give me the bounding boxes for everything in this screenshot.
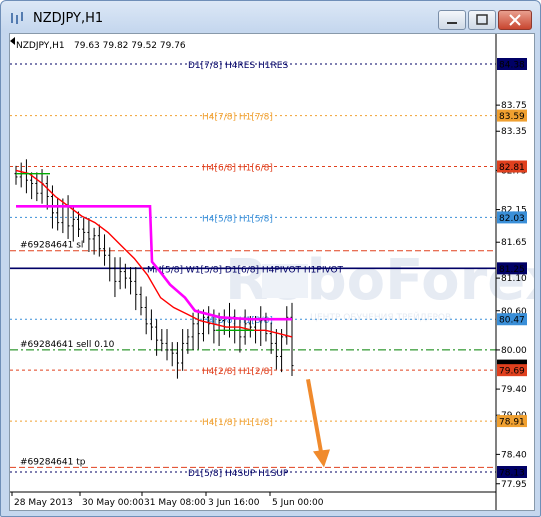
price-tick-label: 80.00 bbox=[501, 346, 527, 356]
minimize-icon bbox=[447, 22, 457, 24]
murrey-level-label: D1[5/8] H4SUP H1SUP bbox=[188, 469, 289, 479]
chart-window: NZDJPY,H1 RoboForex ЦЕНТР ОБУЧЕНИЯ ТРЕЙД… bbox=[0, 0, 541, 517]
chart-ohlc-readout: 79.63 79.82 79.52 79.76 bbox=[74, 41, 186, 51]
price-tag-label: 78.13 bbox=[499, 469, 525, 479]
price-tag-label: 80.47 bbox=[499, 316, 525, 326]
price-tick-label: 77.95 bbox=[501, 480, 527, 490]
murrey-level-label: H4[2/8] H1[2/8] bbox=[202, 367, 273, 377]
price-tag-label: 84.38 bbox=[499, 61, 525, 71]
price-tag-label: 83.59 bbox=[499, 112, 525, 122]
order-label: #69284641 sl bbox=[20, 241, 83, 251]
price-tag-label: 82.03 bbox=[499, 214, 525, 224]
time-tick-label: 28 May 2013 bbox=[14, 498, 73, 508]
chart-bars-icon bbox=[11, 12, 23, 24]
order-label: #69284641 sell 0.10 bbox=[20, 340, 115, 350]
price-tag-label: 79.69 bbox=[499, 367, 525, 377]
murrey-level-label: MN[5/8] W1[5/8] D1[6/8] H4PIVOT H1PIVOT bbox=[147, 265, 344, 275]
title-bar[interactable]: NZDJPY,H1 bbox=[1, 1, 540, 35]
close-button[interactable] bbox=[498, 10, 532, 30]
price-tick-label: 78.40 bbox=[501, 450, 527, 460]
murrey-level-label: H4[6/8] H1[6/8] bbox=[202, 163, 273, 173]
murrey-level-label: H4[1/8] H1[1/8] bbox=[202, 418, 273, 428]
murrey-level-label: D1[7/8] H4RES H1RES bbox=[188, 61, 288, 71]
order-label: #69284641 tp bbox=[20, 457, 86, 467]
murrey-level-label: H4[5/8] H1[5/8] bbox=[202, 214, 273, 224]
chart-symbol-label: NZDJPY,H1 bbox=[16, 41, 65, 51]
price-tick-label: 81.65 bbox=[501, 238, 527, 248]
window-title: NZDJPY,H1 bbox=[33, 11, 104, 26]
maximize-button[interactable] bbox=[468, 10, 496, 30]
price-tag-label: 78.91 bbox=[499, 418, 525, 428]
projection-arrow-shaft bbox=[306, 378, 324, 458]
close-icon bbox=[509, 14, 521, 26]
chart-shift-triangle-icon bbox=[10, 37, 15, 45]
minimize-button[interactable] bbox=[438, 10, 466, 30]
price-tick-label: 79.40 bbox=[501, 385, 527, 395]
chart-area[interactable]: RoboForex ЦЕНТР ОБУЧЕНИЯ ТРЕЙДЕРОВ D1[7/… bbox=[9, 33, 535, 511]
time-tick-label: 3 Jun 16:00 bbox=[208, 498, 260, 508]
maximize-icon bbox=[476, 14, 488, 25]
price-chart[interactable]: RoboForex ЦЕНТР ОБУЧЕНИЯ ТРЕЙДЕРОВ D1[7/… bbox=[10, 34, 534, 510]
price-tag-label: 82.81 bbox=[499, 163, 525, 173]
time-tick-label: 5 Jun 00:00 bbox=[272, 498, 324, 508]
price-tick-label: 83.35 bbox=[501, 127, 527, 137]
murrey-level-label: H4[7/8] H1[7/8] bbox=[202, 113, 273, 123]
projection-arrow-head-icon bbox=[313, 449, 330, 468]
watermark-subtitle: ЦЕНТР ОБУЧЕНИЯ ТРЕЙДЕРОВ bbox=[310, 311, 451, 323]
time-tick-label: 31 May 08:00 bbox=[144, 498, 206, 508]
price-tag-label: 81.25 bbox=[499, 265, 525, 275]
price-tick-label: 81.10 bbox=[501, 274, 527, 284]
time-tick-label: 30 May 00:00 bbox=[82, 498, 144, 508]
